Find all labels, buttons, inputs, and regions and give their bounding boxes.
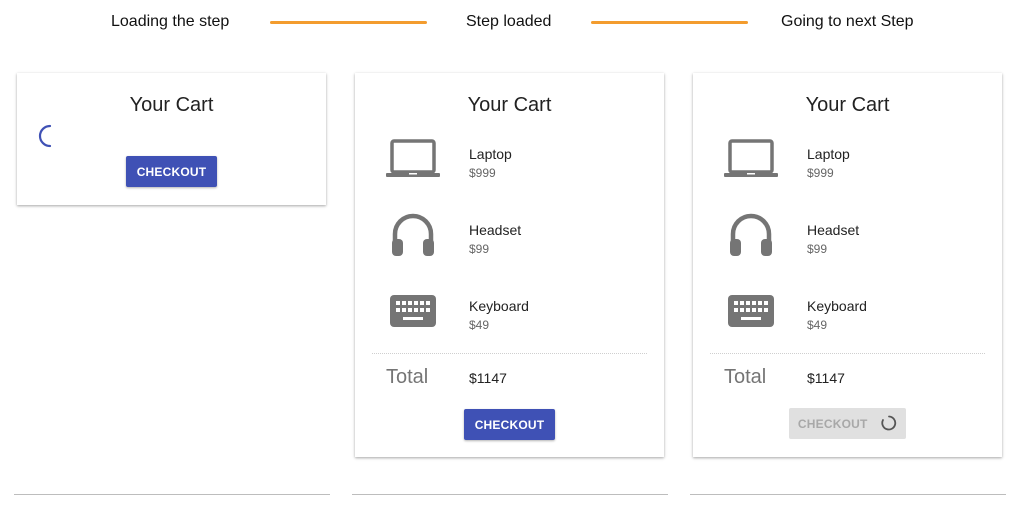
headset-icon [392,213,434,256]
keyboard-icon [390,295,436,327]
column-baseline-2 [352,494,668,495]
item-name: Keyboard [807,298,867,314]
total-value: $1147 [807,370,845,386]
list-item-headset: Headset $99 [693,213,1002,275]
item-price: $49 [469,318,490,332]
total-label: Total [724,366,767,388]
item-name: Headset [807,222,860,238]
item-price: $99 [469,242,490,256]
cart-title: Your Cart [129,94,214,116]
checkout-button[interactable]: CHECKOUT [126,156,217,187]
item-price: $49 [807,318,828,332]
column-baseline-1 [14,494,330,495]
laptop-icon [386,139,440,177]
loading-spinner-icon [881,415,897,431]
step-label-loaded: Step loaded [466,13,552,30]
item-name: Laptop [469,146,512,162]
item-name: Laptop [807,146,850,162]
item-price: $99 [807,242,828,256]
list-item-headset: Headset $99 [355,213,664,275]
keyboard-icon [728,295,774,327]
divider [710,353,985,354]
step-label-next: Going to next Step [781,13,914,30]
checkout-button-disabled[interactable]: CHECKOUT [789,408,906,439]
checkout-button[interactable]: CHECKOUT [464,409,555,440]
column-baseline-3 [690,494,1006,495]
cart-card-loading: Your Cart CHECKOUT [17,73,326,205]
item-name: Keyboard [469,298,529,314]
loading-spinner-icon [38,124,52,148]
list-item-keyboard: Keyboard $49 [355,291,664,351]
list-item-laptop: Laptop $999 [693,139,1002,199]
list-item-keyboard: Keyboard $49 [693,291,1002,351]
total-value: $1147 [469,370,507,386]
list-item-laptop: Laptop $999 [355,139,664,199]
step-label-loading: Loading the step [111,13,230,30]
cart-card-loaded: Your Cart Laptop $999 Headset $99 Keyboa… [355,73,664,457]
laptop-icon [724,139,778,177]
cart-card-submitting: Your Cart Laptop $999 Headset $99 Keyboa… [693,73,1002,457]
item-price: $999 [807,166,834,180]
checkout-label: CHECKOUT [797,416,868,431]
step-connector-1 [270,21,427,24]
item-price: $999 [469,166,496,180]
step-connector-2 [591,21,748,24]
total-label: Total [386,366,429,388]
item-name: Headset [469,222,522,238]
cart-title: Your Cart [805,94,890,116]
cart-title: Your Cart [467,94,552,116]
headset-icon [730,213,772,256]
divider [372,353,647,354]
